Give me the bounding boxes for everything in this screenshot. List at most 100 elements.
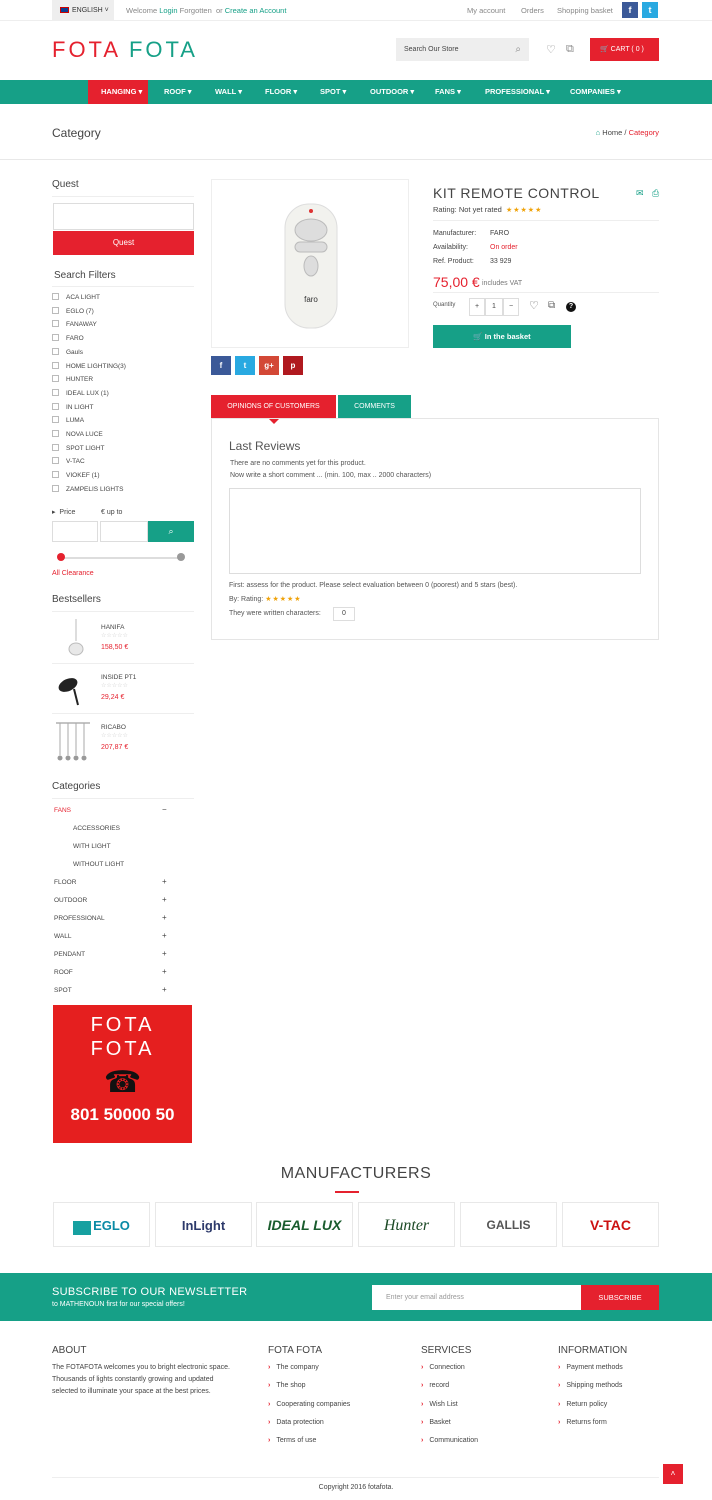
rating-input-stars[interactable]: ★★★★★ [265, 596, 301, 603]
category-toggle[interactable]: + [162, 967, 167, 976]
filter-checkbox[interactable] [52, 347, 59, 355]
filter-item[interactable]: IDEAL LUX (1) [52, 388, 109, 399]
filter-item[interactable]: ACA LIGHT [52, 293, 100, 303]
filter-item[interactable]: HUNTER [52, 375, 93, 385]
language-selector[interactable]: ENGLISH ˅ [52, 0, 114, 21]
quest-button[interactable]: Quest [53, 231, 194, 255]
all-clearance-link[interactable]: All Clearance [52, 570, 94, 577]
footer-link[interactable]: › The company [268, 1364, 319, 1371]
filter-checkbox[interactable] [52, 375, 59, 383]
subscribe-button[interactable]: SUBSCRIBE [581, 1285, 659, 1310]
footer-link[interactable]: › Shipping methods [558, 1382, 622, 1389]
filter-item[interactable]: NOVA LUCE [52, 430, 103, 440]
category-toggle[interactable]: + [162, 985, 167, 994]
newsletter-email-input[interactable]: Enter your email address [372, 1285, 582, 1310]
filter-checkbox[interactable] [52, 416, 59, 424]
footer-link[interactable]: › Returns form [558, 1419, 607, 1426]
promo-banner[interactable]: FOTA FOTA ☎ 801 50000 50 [53, 1005, 192, 1143]
nav-item-floor[interactable]: FLOOR ▾ [265, 80, 297, 104]
category-item[interactable]: OUTDOOR [54, 897, 87, 904]
filter-item[interactable]: FARO [52, 334, 84, 344]
quantity-decrease-button[interactable]: − [503, 298, 519, 316]
filter-item[interactable]: Gauls [52, 347, 83, 358]
wishlist-icon[interactable]: ♡ [529, 299, 539, 312]
quest-input[interactable] [53, 203, 194, 230]
category-item[interactable]: WITHOUT LIGHT [73, 861, 124, 868]
share-pinterest-icon[interactable]: p [283, 356, 303, 375]
filter-item[interactable]: LUMA [52, 416, 84, 426]
filter-item[interactable]: EGLO (7) [52, 306, 94, 317]
slider-max-handle[interactable] [177, 553, 185, 561]
back-to-top-button[interactable]: ˄ [663, 1464, 683, 1484]
comment-textarea[interactable] [229, 488, 641, 574]
bestseller-item[interactable]: INSIDE PT1 ☆☆☆☆☆ 29,24 € [52, 669, 194, 713]
footer-link[interactable]: › Communication [421, 1437, 478, 1444]
bestseller-item[interactable]: HANIFA ☆☆☆☆☆ 158,50 € [52, 619, 194, 663]
filter-checkbox[interactable] [52, 361, 59, 369]
category-toggle[interactable]: + [162, 949, 167, 958]
footer-link[interactable]: › Data protection [268, 1419, 324, 1426]
category-item[interactable]: WALL [54, 933, 71, 940]
filter-checkbox[interactable] [52, 293, 59, 300]
search-input[interactable]: Search Our Store ⌕ [396, 38, 529, 61]
category-item[interactable]: ACCESSORIES [73, 825, 120, 832]
filter-checkbox[interactable] [52, 334, 59, 342]
filter-checkbox[interactable] [52, 443, 59, 451]
compare-icon[interactable]: ⧉ [548, 300, 555, 311]
add-to-basket-button[interactable]: 🛒 In the basket [433, 325, 571, 348]
filter-item[interactable]: FANAWAY [52, 320, 97, 330]
category-item[interactable]: WITH LIGHT [73, 843, 111, 850]
filter-item[interactable]: IN LIGHT [52, 402, 93, 413]
filter-item[interactable]: SPOT LIGHT [52, 443, 105, 454]
filter-checkbox[interactable] [52, 457, 59, 465]
price-search-button[interactable]: ⌕ [148, 521, 194, 542]
tab-comments[interactable]: COMMENTS [338, 395, 411, 418]
hunter-logo[interactable]: Hunter [358, 1202, 455, 1247]
category-item[interactable]: FANS [54, 807, 71, 814]
footer-link[interactable]: › Basket [421, 1419, 451, 1426]
breadcrumb-home[interactable]: Home [602, 128, 622, 137]
quantity-input[interactable]: 1 [485, 298, 503, 316]
category-item[interactable]: ROOF [54, 969, 73, 976]
share-googleplus-icon[interactable]: g+ [259, 356, 279, 375]
cart-button[interactable]: 🛒 CART ( 0 ) [590, 38, 659, 61]
orders-link[interactable]: Orders [521, 0, 544, 21]
filter-checkbox[interactable] [52, 471, 59, 479]
email-icon[interactable]: ✉ [636, 188, 644, 199]
nav-item-professional[interactable]: PROFESSIONAL ▾ [485, 80, 550, 104]
filter-item[interactable]: VIOKEF (1) [52, 471, 100, 481]
category-toggle[interactable]: − [162, 805, 167, 814]
category-toggle[interactable]: + [162, 931, 167, 940]
filter-item[interactable]: V-TAC [52, 457, 85, 467]
share-facebook-icon[interactable]: f [211, 356, 231, 375]
gallis-logo[interactable]: GALLIS [460, 1202, 557, 1247]
filter-checkbox[interactable] [52, 402, 59, 410]
footer-link[interactable]: › Connection [421, 1364, 465, 1371]
quantity-increase-button[interactable]: + [469, 298, 485, 316]
compare-icon[interactable]: ⧉ [566, 43, 574, 56]
slider-min-handle[interactable] [57, 553, 65, 561]
filter-item[interactable]: ZAMPELIS LIGHTS [52, 484, 123, 495]
filter-checkbox[interactable] [52, 306, 59, 314]
nav-item-spot[interactable]: SPOT ▾ [320, 80, 346, 104]
category-item[interactable]: PROFESSIONAL [54, 915, 105, 922]
bestseller-item[interactable]: RICABO ☆☆☆☆☆ 207,87 € [52, 719, 194, 765]
filter-checkbox[interactable] [52, 320, 59, 328]
wishlist-icon[interactable]: ♡ [546, 43, 556, 56]
ideal-lux-logo[interactable]: IDEAL LUX [256, 1202, 353, 1247]
footer-link[interactable]: › The shop [268, 1382, 306, 1389]
twitter-icon[interactable]: t [642, 2, 658, 18]
search-icon[interactable]: ⌕ [515, 38, 521, 61]
print-icon[interactable]: ⎙ [652, 188, 659, 199]
footer-link[interactable]: › record [421, 1382, 449, 1389]
footer-link[interactable]: › Return policy [558, 1401, 607, 1408]
inlight-logo[interactable]: InLight [155, 1202, 252, 1247]
filter-checkbox[interactable] [52, 430, 59, 437]
category-toggle[interactable]: + [162, 913, 167, 922]
tab-opinions[interactable]: OPINIONS OF CUSTOMERS [211, 395, 336, 418]
category-toggle[interactable]: + [162, 895, 167, 904]
filter-checkbox[interactable] [52, 484, 59, 492]
shopping-basket-link[interactable]: Shopping basket [557, 0, 613, 21]
nav-item-fans[interactable]: FANS ▾ [435, 80, 461, 104]
facebook-icon[interactable]: f [622, 2, 638, 18]
